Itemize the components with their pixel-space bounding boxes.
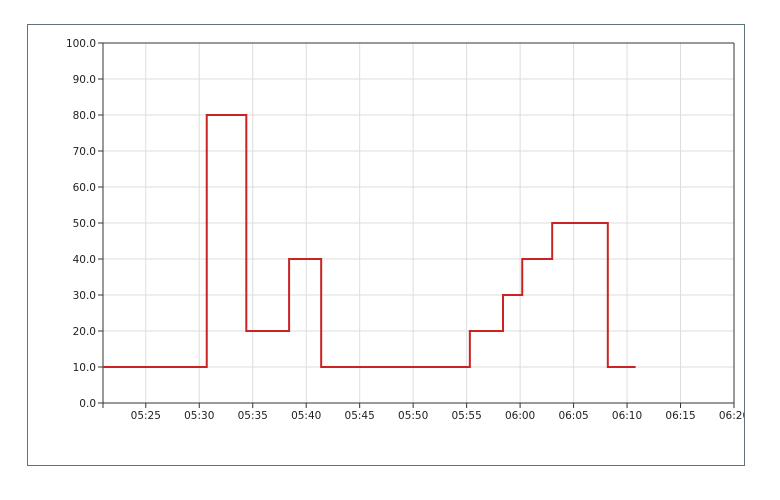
y-tick-label: 50.0 — [73, 218, 96, 230]
series-line — [103, 114, 636, 368]
x-tick-label: 06:15 — [665, 410, 695, 422]
series — [102, 114, 636, 368]
grid — [103, 42, 735, 403]
y-tick-label: 100.0 — [66, 38, 96, 50]
x-tick-label: 06:20 — [719, 410, 744, 422]
x-tick-label: 05:25 — [131, 410, 161, 422]
x-tick-label: 06:10 — [612, 410, 642, 422]
y-tick-label: 40.0 — [73, 254, 96, 266]
y-tick-label: 80.0 — [73, 110, 96, 122]
x-tick-label: 05:30 — [184, 410, 214, 422]
ticks — [98, 42, 735, 408]
tick-labels: 0.0 10.0 20.0 30.0 40.0 50.0 60.0 70.0 80.0 90.0 1… — [66, 38, 744, 422]
step-line-chart: 0.0 10.0 20.0 30.0 40.0 50.0 60.0 70.0 80.0 90.0 1… — [66, 38, 744, 422]
x-tick-label: 05:50 — [398, 410, 428, 422]
y-tick-label: 0.0 — [79, 398, 96, 410]
y-tick-label: 60.0 — [73, 182, 96, 194]
y-tick-label: 20.0 — [73, 326, 96, 338]
y-tick-label: 90.0 — [73, 74, 96, 86]
y-tick-label: 10.0 — [73, 362, 96, 374]
x-tick-label: 05:40 — [291, 410, 321, 422]
x-tick-label: 05:55 — [451, 410, 481, 422]
x-tick-label: 05:45 — [345, 410, 375, 422]
chart-frame: 0.0 10.0 20.0 30.0 40.0 50.0 60.0 70.0 80.0 90.0 1… — [27, 24, 745, 466]
x-tick-label: 06:00 — [505, 410, 535, 422]
axes — [102, 42, 735, 408]
x-tick-label: 05:35 — [238, 410, 268, 422]
y-tick-label: 30.0 — [73, 290, 96, 302]
x-tick-label: 06:05 — [558, 410, 588, 422]
y-tick-label: 70.0 — [73, 146, 96, 158]
